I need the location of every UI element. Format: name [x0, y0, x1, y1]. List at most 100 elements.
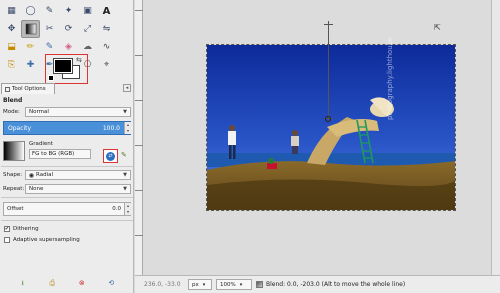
adaptive-checkbox[interactable]: [4, 236, 10, 243]
opacity-value: 100.0: [102, 124, 120, 132]
reverse-icon: ⇄: [106, 151, 115, 161]
gradient-label: Gradient: [29, 141, 53, 147]
adaptive-label: Adaptive supersampling: [13, 236, 80, 243]
lasso-icon[interactable]: ✎: [40, 2, 59, 20]
opacity-slider[interactable]: Opacity 100.0 ▴ ▾: [3, 121, 131, 135]
chevron-down-icon: ▼: [123, 172, 127, 178]
mode-select[interactable]: Normal ▼: [25, 107, 131, 117]
blend-guide-line[interactable]: [328, 21, 329, 121]
status-bar: 236.0, -33.0 px ▾ 100% ▾ Blend: 0.0, -20…: [135, 275, 500, 293]
smudge-icon[interactable]: ∿: [97, 38, 116, 56]
status-text: Blend: 0.0, -203.0 (Alt to move the whol…: [266, 281, 406, 288]
blend-end-handle[interactable]: [325, 116, 331, 122]
blend-status-icon: [256, 281, 263, 288]
offset-value: 0.0: [112, 206, 121, 212]
foreground-color-swatch[interactable]: [54, 59, 72, 73]
opacity-spin-icon[interactable]: ▴ ▾: [124, 122, 131, 134]
rotate-icon[interactable]: ⟳: [59, 20, 78, 38]
opacity-label: Opacity: [8, 124, 32, 132]
zoom-value: 100%: [220, 281, 236, 288]
mode-label: Mode:: [3, 109, 20, 115]
ellipse-select-icon[interactable]: ◯: [21, 2, 40, 20]
dock-tab-bar: Tool Options ◂: [0, 83, 134, 94]
reset-options-icon[interactable]: ⟲: [105, 279, 117, 290]
delete-options-icon[interactable]: ⊗: [76, 279, 88, 290]
offset-spin-icon[interactable]: ▴ ▾: [124, 203, 131, 215]
scale-icon[interactable]: ⤢: [78, 20, 97, 38]
divider: [1, 220, 133, 221]
zoom-select[interactable]: 100% ▾: [216, 279, 252, 290]
fg-bg-color-area: ⇆: [45, 54, 88, 84]
shape-select[interactable]: Radial ▼: [25, 170, 131, 180]
color-select-icon[interactable]: ▣: [78, 2, 97, 20]
tool-options-icon: [5, 86, 10, 92]
shape-row: Shape: Radial ▼: [1, 169, 133, 181]
canvas-area: ⇱ photography.lighthouse: [135, 0, 500, 293]
fuzzy-select-icon[interactable]: ✦: [59, 2, 78, 20]
text-icon[interactable]: A: [97, 2, 116, 20]
default-colors-icon[interactable]: [48, 75, 54, 81]
image-canvas[interactable]: ⇱ photography.lighthouse: [144, 0, 491, 275]
adaptive-row[interactable]: Adaptive supersampling: [1, 234, 133, 245]
section-title: Blend: [3, 97, 23, 104]
unit-select[interactable]: px ▾: [188, 279, 212, 290]
restore-options-icon[interactable]: ⎙: [46, 279, 58, 290]
rect-select-icon[interactable]: ▦: [2, 2, 21, 20]
mode-row: Mode: Normal ▼: [1, 106, 133, 118]
tab-label: Tool Options: [12, 86, 46, 92]
measure-icon[interactable]: ⌖: [97, 56, 116, 74]
divider: [1, 166, 133, 167]
tool-options-panel: Blend Mode: Normal ▼ Opacity 100.0 ▴ ▾ Gr…: [1, 94, 133, 245]
repeat-label: Repeat:: [3, 186, 25, 192]
clone-icon[interactable]: ⎘: [2, 56, 21, 74]
unit-value: px: [192, 281, 199, 288]
reverse-gradient-button[interactable]: ⇄: [103, 149, 118, 163]
offset-slider[interactable]: Offset 0.0 ▴ ▾: [3, 202, 131, 216]
vertical-ruler[interactable]: [135, 0, 143, 275]
edit-gradient-icon[interactable]: ✎: [121, 151, 127, 159]
flip-icon[interactable]: ⇋: [97, 20, 116, 38]
shape-label: Shape:: [3, 172, 23, 178]
dithering-row[interactable]: ✔ Dithering: [1, 223, 133, 234]
bucket-fill-icon[interactable]: ⬓: [2, 38, 21, 56]
swap-colors-icon[interactable]: ⇆: [76, 56, 82, 64]
repeat-value: None: [29, 186, 44, 192]
tab-menu-icon[interactable]: ◂: [123, 84, 131, 92]
chevron-down-icon: ▾: [202, 281, 206, 288]
panel-bottom-bar: ⭳ ⎙ ⊗ ⟲: [0, 279, 134, 290]
divider: [1, 197, 133, 198]
pencil-icon[interactable]: ✏: [21, 38, 40, 56]
heal-icon[interactable]: ✚: [21, 56, 40, 74]
tab-tool-options[interactable]: Tool Options: [1, 83, 55, 94]
save-options-icon[interactable]: ⭳: [17, 279, 29, 290]
vertical-scrollbar[interactable]: [491, 0, 500, 275]
status-message: Blend: 0.0, -203.0 (Alt to move the whol…: [256, 281, 405, 288]
align-icon[interactable]: ✥: [2, 20, 21, 38]
vertical-watermark: photography.lighthouse: [386, 37, 394, 120]
chevron-down-icon: ▼: [123, 109, 127, 115]
gradient-block: Gradient FG to BG (RGB) ⇄ ✎: [1, 138, 133, 164]
beach-photo: [207, 45, 455, 210]
tool-row: ▦ ◯ ✎ ✦ ▣ A: [2, 2, 134, 20]
shape-value: Radial: [36, 172, 53, 178]
mouse-cursor-icon: ⇱: [434, 23, 441, 32]
repeat-select[interactable]: None ▼: [25, 184, 131, 194]
blend-icon[interactable]: [21, 20, 40, 38]
shape-icon: [29, 172, 34, 178]
offset-label: Offset: [7, 206, 24, 212]
photo-layer[interactable]: [206, 44, 456, 211]
pointer-coordinates: 236.0, -33.0: [144, 281, 181, 288]
mode-value: Normal: [29, 109, 49, 115]
tool-row: ✥ ✂ ⟳ ⤢ ⇋: [2, 20, 134, 38]
chevron-down-icon: ▼: [123, 186, 127, 192]
gradient-preview[interactable]: [3, 141, 25, 161]
chevron-down-icon: ▾: [239, 281, 243, 288]
gradient-name[interactable]: FG to BG (RGB): [29, 149, 91, 159]
toolbox-panel: ▦ ◯ ✎ ✦ ▣ A ✥ ✂ ⟳ ⤢ ⇋ ⬓ ✏ ✎ ◈ ☁ ∿ ⎘ ✚ ✒ …: [0, 0, 134, 293]
blend-gradient-icon: [25, 23, 36, 35]
dithering-checkbox[interactable]: ✔: [4, 225, 10, 232]
blend-start-handle[interactable]: [324, 24, 333, 25]
crop-icon[interactable]: ✂: [40, 20, 59, 38]
repeat-row: Repeat: None ▼: [1, 183, 133, 195]
dithering-label: Dithering: [13, 225, 39, 232]
